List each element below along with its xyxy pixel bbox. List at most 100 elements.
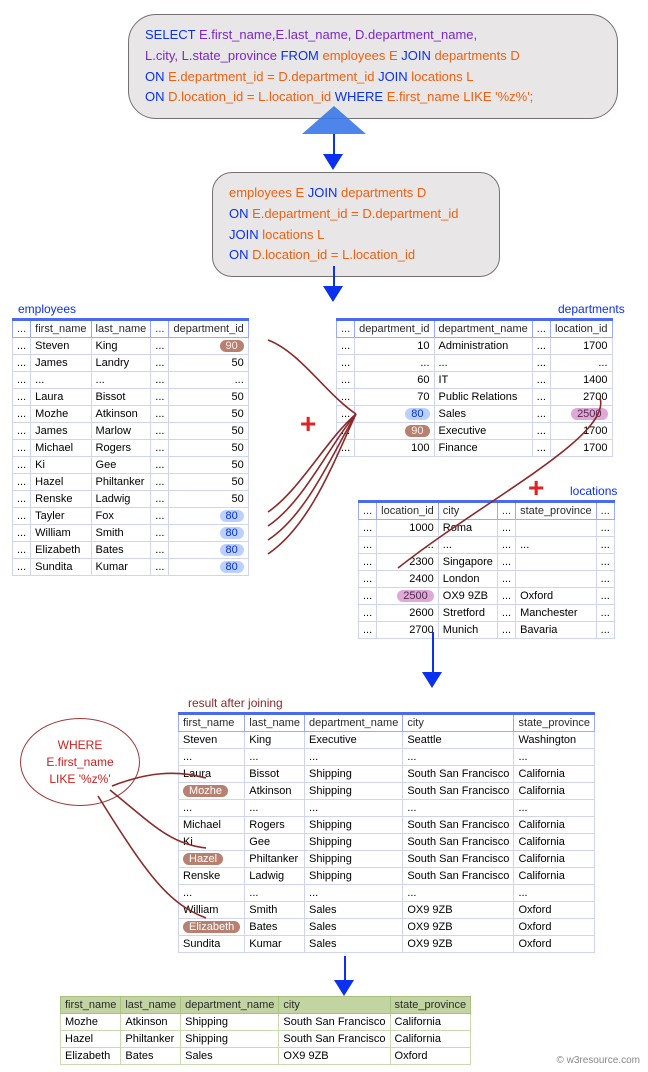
col-header: location_id <box>550 320 612 338</box>
table-row: WilliamSmithSalesOX9 9ZBOxford <box>179 902 595 919</box>
where-clause-bubble: WHERE E.first_name LIKE '%z%' <box>20 718 140 806</box>
arrow-down-icon <box>323 154 343 170</box>
kw-select: SELECT <box>145 27 199 42</box>
col-header: state_province <box>390 997 471 1014</box>
table-row: ...10Administration...1700 <box>337 338 613 355</box>
cond-on1: E.department_id = D.department_id <box>168 69 378 84</box>
table-row: SunditaKumarSalesOX9 9ZBOxford <box>179 936 595 953</box>
table-row: HazelPhiltankerShippingSouth San Francis… <box>61 1031 471 1048</box>
table-row: ElizabethBatesSalesOX9 9ZBOxford <box>61 1048 471 1065</box>
table-row: ...70Public Relations...2700 <box>337 389 613 406</box>
col-header: last_name <box>245 714 305 732</box>
kw-join1: JOIN <box>401 48 434 63</box>
sql-cols-2: L.city, L.state_province <box>145 48 281 63</box>
col-header: department_id <box>355 320 434 338</box>
label-locations: locations <box>570 484 617 498</box>
col-header: ... <box>596 502 614 520</box>
col-header: city <box>403 714 514 732</box>
table-row: ...KiGee...50 <box>13 457 249 474</box>
label-departments: departments <box>558 302 625 316</box>
table-row: ............... <box>13 372 249 389</box>
table-row: ...100Finance...1700 <box>337 440 613 457</box>
label-employees: employees <box>18 302 76 316</box>
table-row: ElizabethBatesSalesOX9 9ZBOxford <box>179 919 595 936</box>
table-row: ...2400London...... <box>359 571 615 588</box>
col-header: location_id <box>377 502 439 520</box>
col-header: department_id <box>169 320 248 338</box>
col-header: city <box>279 997 390 1014</box>
sql-cols-1: E.first_name,E.last_name, D.department_n… <box>199 27 477 42</box>
final-result-table: first_namelast_namedepartment_namecityst… <box>60 996 471 1065</box>
col-header: city <box>438 502 497 520</box>
table-row: ...2600Stretford...Manchester... <box>359 605 615 622</box>
col-header: ... <box>497 502 515 520</box>
table-row: ............... <box>179 749 595 766</box>
table-row: ...MichaelRogers...50 <box>13 440 249 457</box>
col-header: ... <box>151 320 169 338</box>
table-row: MichaelRogersShippingSouth San Francisco… <box>179 817 595 834</box>
tbl-dep: departments D <box>435 48 520 63</box>
tbl-loc: locations L <box>411 69 473 84</box>
bubble-pointer-icon <box>302 106 366 134</box>
table-row: ...StevenKing...90 <box>13 338 249 355</box>
departments-table: ...department_iddepartment_name...locati… <box>336 318 613 457</box>
table-row: ...2700Munich...Bavaria... <box>359 622 615 639</box>
diagram-canvas: SELECT E.first_name,E.last_name, D.depar… <box>0 0 648 1072</box>
table-row: ...HazelPhiltanker...50 <box>13 474 249 491</box>
kw-from: FROM <box>281 48 323 63</box>
col-header: department_name <box>305 714 403 732</box>
table-row: ...RenskeLadwig...50 <box>13 491 249 508</box>
col-header: ... <box>532 320 550 338</box>
table-row: ...1000Roma...... <box>359 520 615 537</box>
table-row: MozheAtkinsonShippingSouth San Francisco… <box>61 1014 471 1031</box>
sql-query-bubble: SELECT E.first_name,E.last_name, D.depar… <box>128 14 618 119</box>
table-row: .................. <box>359 537 615 554</box>
kw-on1: ON <box>145 69 168 84</box>
table-row: ...JamesMarlow...50 <box>13 423 249 440</box>
table-row: ...60IT...1400 <box>337 372 613 389</box>
col-header: ... <box>337 320 355 338</box>
col-header: first_name <box>31 320 91 338</box>
col-header: first_name <box>179 714 245 732</box>
col-header: ... <box>13 320 31 338</box>
join-subquery-bubble: employees E JOIN departments D ON E.depa… <box>212 172 500 277</box>
arrow-down-icon <box>334 980 354 996</box>
cond-on2: D.location_id = L.location_id <box>168 89 335 104</box>
table-row: ...90Executive...1700 <box>337 423 613 440</box>
table-row: ...2300Singapore...... <box>359 554 615 571</box>
arrow-down-icon <box>422 672 442 688</box>
table-row: ............... <box>337 355 613 372</box>
table-row: ............... <box>179 885 595 902</box>
table-row: ...80Sales...2500 <box>337 406 613 423</box>
col-header: last_name <box>91 320 151 338</box>
cond-where: E.first_name LIKE '%z%'; <box>387 89 534 104</box>
table-row: StevenKingExecutiveSeattleWashington <box>179 732 595 749</box>
kw-where: WHERE <box>335 89 387 104</box>
table-row: RenskeLadwigShippingSouth San FranciscoC… <box>179 868 595 885</box>
arrow-down-icon <box>323 286 343 302</box>
table-row: ...JamesLandry...50 <box>13 355 249 372</box>
watermark: © w3resource.com <box>556 1055 640 1066</box>
tbl-emp: employees E <box>323 48 402 63</box>
plus-icon: + <box>528 472 544 504</box>
col-header: first_name <box>61 997 121 1014</box>
table-row: ...LauraBissot...50 <box>13 389 249 406</box>
table-row: KiGeeShippingSouth San FranciscoCaliforn… <box>179 834 595 851</box>
table-row: HazelPhiltankerShippingSouth San Francis… <box>179 851 595 868</box>
table-row: LauraBissotShippingSouth San FranciscoCa… <box>179 766 595 783</box>
col-header: state_province <box>516 502 597 520</box>
table-row: ...WilliamSmith...80 <box>13 525 249 542</box>
table-row: ...TaylerFox...80 <box>13 508 249 525</box>
table-row: ...2500OX9 9ZB...Oxford... <box>359 588 615 605</box>
label-result-joining: result after joining <box>188 696 283 710</box>
employees-table: ...first_namelast_name...department_id..… <box>12 318 249 576</box>
table-row: ...ElizabethBates...80 <box>13 542 249 559</box>
table-row: ...MozheAtkinson...50 <box>13 406 249 423</box>
table-row: ............... <box>179 800 595 817</box>
locations-table: ...location_idcity...state_province.....… <box>358 500 615 639</box>
col-header: ... <box>359 502 377 520</box>
col-header: department_name <box>434 320 532 338</box>
col-header: state_province <box>514 714 595 732</box>
plus-icon: + <box>300 408 316 440</box>
table-row: MozheAtkinsonShippingSouth San Francisco… <box>179 783 595 800</box>
